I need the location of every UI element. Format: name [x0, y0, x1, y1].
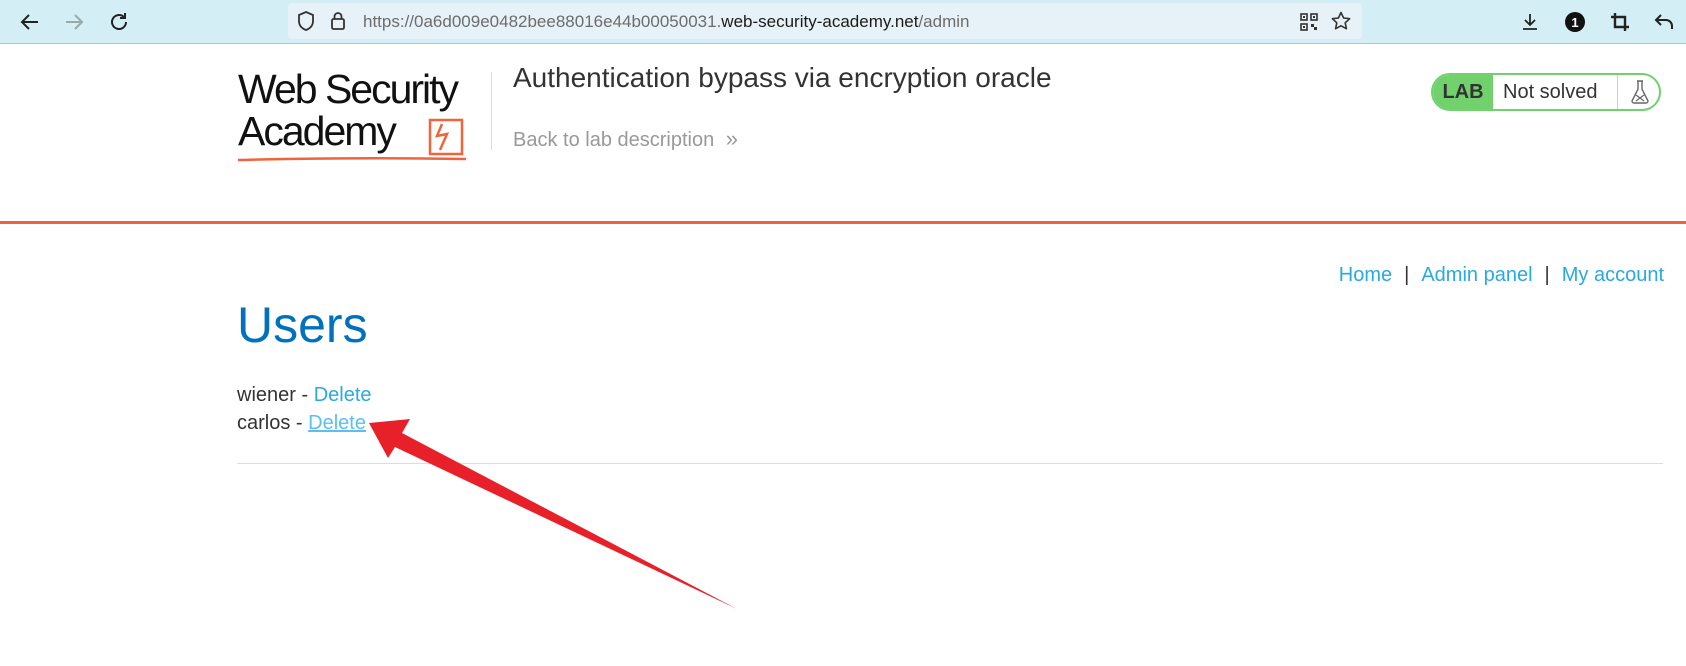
lab-status-text: Not solved [1503, 81, 1598, 103]
flask-icon [1617, 75, 1659, 109]
lab-header: Web Security Academy Authentication bypa… [0, 44, 1686, 224]
badge-icon[interactable]: 1 [1559, 6, 1591, 38]
lock-icon[interactable] [328, 11, 348, 31]
back-to-lab-link[interactable]: Back to lab description » [513, 126, 738, 152]
url-domain: web-security-academy.net [721, 12, 919, 31]
user-name: carlos [237, 412, 291, 434]
logo-bolt-icon [428, 118, 464, 156]
reload-icon[interactable] [103, 6, 135, 38]
page-title: Users [237, 297, 368, 353]
qr-icon[interactable] [1298, 11, 1320, 33]
chevron-right-icon: » [725, 126, 739, 151]
nav-admin-panel-link[interactable]: Admin panel [1421, 264, 1532, 286]
forward-icon[interactable] [58, 6, 90, 38]
crop-icon[interactable] [1604, 6, 1636, 38]
undo-icon[interactable] [1648, 6, 1680, 38]
logo-line-1: Web Security [238, 66, 459, 112]
user-name: wiener [237, 384, 296, 406]
academy-logo[interactable]: Web Security Academy [238, 66, 467, 162]
user-dash: - [295, 412, 303, 434]
content-divider [237, 463, 1663, 464]
back-icon[interactable] [14, 6, 46, 38]
shield-icon[interactable] [296, 11, 316, 31]
delete-carlos-link[interactable]: Delete [308, 412, 366, 434]
logo-line-2: Academy [238, 108, 397, 154]
nav-separator: | [1544, 264, 1550, 286]
nav-separator: | [1404, 264, 1410, 286]
nav-home-link[interactable]: Home [1339, 264, 1392, 286]
url-text: https://0a6d009e0482bee88016e44b00050031… [363, 12, 969, 32]
star-icon[interactable] [1330, 10, 1352, 32]
lab-badge-label: LAB [1433, 75, 1493, 109]
logo-underline [238, 156, 467, 162]
header-separator [491, 72, 492, 150]
top-nav: Home | Admin panel | My account [1339, 264, 1664, 287]
user-list: wiener - Delete carlos - Delete [237, 381, 372, 437]
lab-title: Authentication bypass via encryption ora… [513, 62, 1052, 93]
nav-my-account-link[interactable]: My account [1562, 264, 1664, 286]
url-bar[interactable]: https://0a6d009e0482bee88016e44b00050031… [288, 3, 1362, 39]
download-icon[interactable] [1514, 6, 1546, 38]
user-row-carlos: carlos - Delete [237, 409, 372, 437]
browser-toolbar: https://0a6d009e0482bee88016e44b00050031… [0, 0, 1686, 44]
back-link-label: Back to lab description [513, 129, 715, 151]
lab-status-badge: LAB Not solved [1431, 73, 1661, 111]
user-dash: - [301, 384, 309, 406]
badge-count: 1 [1571, 14, 1579, 30]
url-prefix: https://0a6d009e0482bee88016e44b00050031… [363, 12, 722, 31]
delete-wiener-link[interactable]: Delete [314, 384, 372, 406]
url-path: /admin [918, 12, 970, 31]
user-row-wiener: wiener - Delete [237, 381, 372, 409]
